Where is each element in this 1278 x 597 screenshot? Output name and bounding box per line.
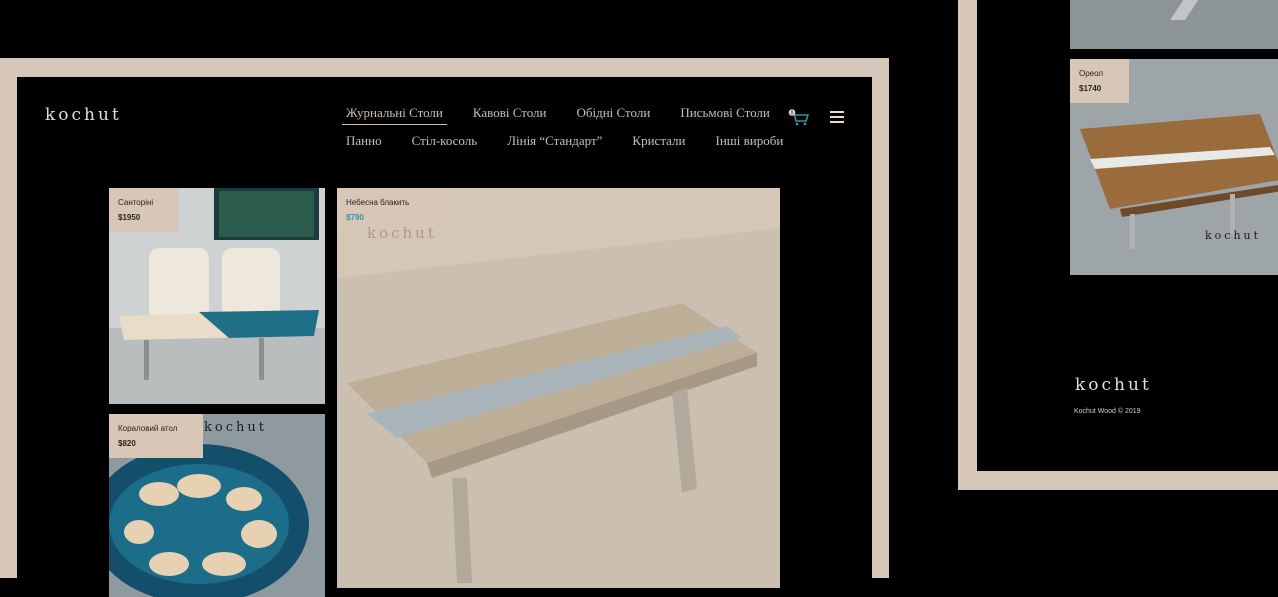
cart-icon: 0: [788, 109, 810, 126]
nav-link-panels[interactable]: Панно: [342, 133, 386, 152]
nav-row-1: Журнальні Столи Кавові Столи Обідні Стол…: [342, 105, 772, 125]
product-tag: Кораловий атол $820: [109, 414, 204, 458]
product-tag: Ореол $1740: [1070, 59, 1130, 103]
nav-link-standard-line[interactable]: Лінія “Стандарт”: [503, 133, 606, 152]
product-name: Небесна блакить: [346, 198, 410, 207]
footer-logo[interactable]: kochut: [1075, 375, 1152, 395]
cart-button[interactable]: 0: [787, 109, 810, 127]
product-price: $790: [346, 213, 364, 222]
main-page: kochut Журнальні Столи Кавові Столи Обід…: [17, 77, 872, 597]
nav-link-journal-tables[interactable]: Журнальні Столи: [342, 105, 447, 125]
footer-copyright: Kochut Wood © 2019: [1074, 408, 1141, 415]
product-card-previous[interactable]: [1070, 0, 1278, 49]
main-mockup-frame: kochut Журнальні Столи Кавові Столи Обід…: [0, 58, 889, 597]
product-name: Санторіні: [118, 198, 154, 207]
secondary-page: Ореол $1740 kochut kochut Kochut Wood © …: [977, 0, 1278, 471]
photo-watermark-logo: kochut: [1205, 229, 1262, 242]
product-name: Кораловий атол: [118, 424, 178, 433]
product-photo: [1070, 0, 1278, 49]
product-price: $1740: [1079, 84, 1102, 93]
nav-link-crystals[interactable]: Кристали: [628, 133, 689, 152]
site-logo[interactable]: kochut: [45, 105, 122, 125]
nav-link-dining-tables[interactable]: Обідні Столи: [572, 105, 654, 125]
product-card-oreol[interactable]: Ореол $1740 kochut: [1070, 59, 1278, 275]
menu-button[interactable]: [830, 111, 844, 123]
photo-watermark-logo: kochut: [367, 224, 437, 242]
cart-count: 0: [791, 110, 794, 116]
product-card-coral-atoll[interactable]: Кораловий атол $820 kochut: [109, 414, 325, 597]
product-price: $1950: [118, 213, 141, 222]
nav-row-2: Панно Стіл-косоль Лінія “Стандарт” Крист…: [342, 133, 783, 152]
category-nav: Журнальні Столи Кавові Столи Обідні Стол…: [342, 105, 783, 160]
product-card-santorini[interactable]: Санторіні $1950: [109, 188, 325, 404]
product-tag: Санторіні $1950: [109, 188, 180, 232]
product-photo: [337, 188, 780, 588]
nav-link-writing-desks[interactable]: Письмові Столи: [676, 105, 774, 125]
nav-link-console-tables[interactable]: Стіл-косоль: [408, 133, 482, 152]
nav-link-other-products[interactable]: Інші вироби: [712, 133, 788, 152]
product-name: Ореол: [1079, 69, 1104, 78]
nav-link-coffee-tables[interactable]: Кавові Столи: [469, 105, 551, 125]
secondary-mockup-frame: Ореол $1740 kochut kochut Kochut Wood © …: [958, 0, 1278, 490]
menu-icon: [830, 111, 844, 113]
product-price: $820: [118, 439, 136, 448]
logo-text: kochut: [45, 105, 122, 125]
photo-watermark-logo: kochut: [204, 420, 267, 435]
product-card-sky-blue[interactable]: Небесна блакить $790 kochut: [337, 188, 780, 588]
